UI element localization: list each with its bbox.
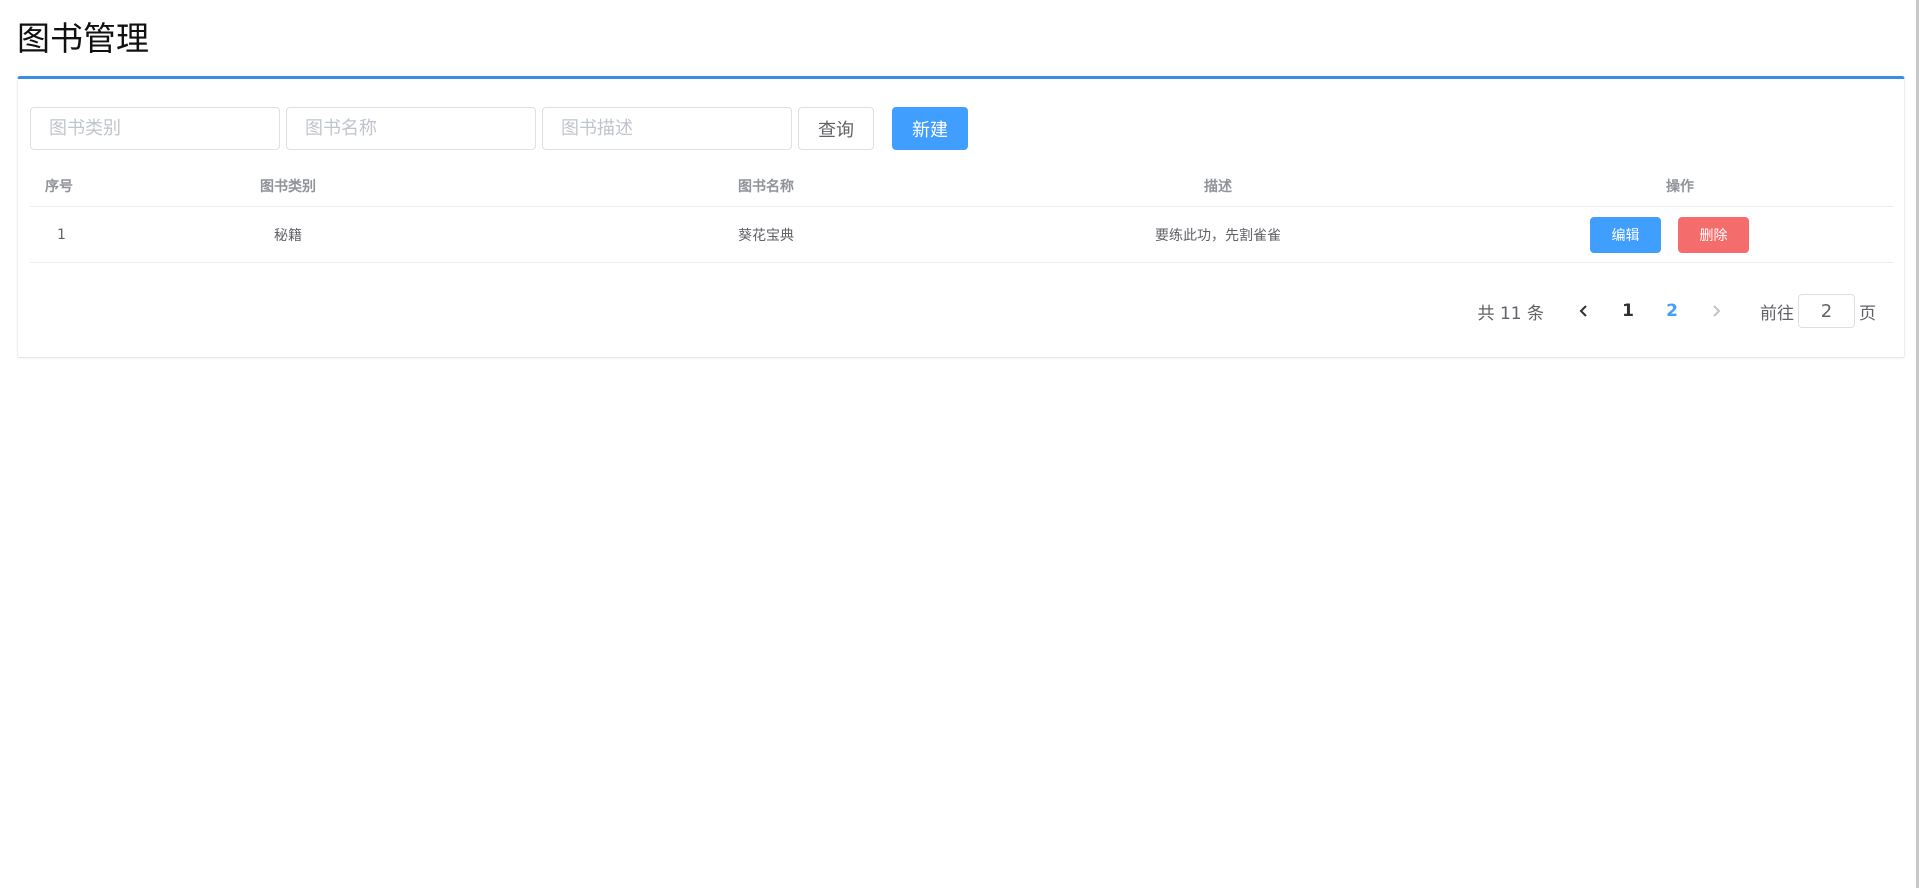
goto-page-input[interactable] [1798,294,1855,328]
page: 图书管理 查询 新建 序号 图书类别 图书名称 描述 操作 1 秘籍 葵花宝典 … [0,0,1919,888]
header-name: 图书名称 [738,179,794,195]
pagination-total: 共 11 条 [1477,303,1544,324]
cell-name: 葵花宝典 [738,227,794,244]
pagination: 共 11 条 1 2 前往 页 [1478,294,1876,328]
chevron-right-icon-svg [1713,305,1721,317]
description-search-input[interactable] [542,107,792,150]
new-button[interactable]: 新建 [892,107,968,150]
cell-category: 秘籍 [274,227,302,244]
page-number-1[interactable]: 1 [1606,294,1650,328]
header-actions: 操作 [1666,179,1694,195]
category-search-input[interactable] [30,107,280,150]
page-title: 图书管理 [17,19,149,58]
chevron-left-icon-svg [1579,305,1587,317]
cell-description: 要练此功，先割雀雀 [1155,227,1281,244]
chevron-left-icon[interactable] [1562,294,1606,328]
goto-suffix: 页 [1859,303,1876,324]
cell-index: 1 [57,226,66,243]
header-description: 描述 [1204,179,1232,195]
goto-prefix: 前往 [1760,303,1794,324]
chevron-right-icon[interactable] [1694,294,1738,328]
header-category: 图书类别 [260,179,316,195]
query-button[interactable]: 查询 [798,107,874,150]
header-index: 序号 [45,179,73,195]
cell-actions: 编辑 删除 [1590,207,1749,262]
books-table: 序号 图书类别 图书名称 描述 操作 1 秘籍 葵花宝典 要练此功，先割雀雀 编… [30,166,1894,263]
edit-button[interactable]: 编辑 [1590,216,1661,253]
table-header-row: 序号 图书类别 图书名称 描述 操作 [30,166,1894,207]
search-toolbar: 查询 新建 [30,107,968,150]
delete-button[interactable]: 删除 [1678,216,1749,253]
table-row: 1 秘籍 葵花宝典 要练此功，先割雀雀 编辑 删除 [30,207,1894,263]
page-number-2[interactable]: 2 [1650,294,1694,328]
book-panel: 查询 新建 序号 图书类别 图书名称 描述 操作 1 秘籍 葵花宝典 要练此功，… [17,76,1905,358]
page-jumper: 前往 页 [1760,294,1876,328]
name-search-input[interactable] [286,107,536,150]
